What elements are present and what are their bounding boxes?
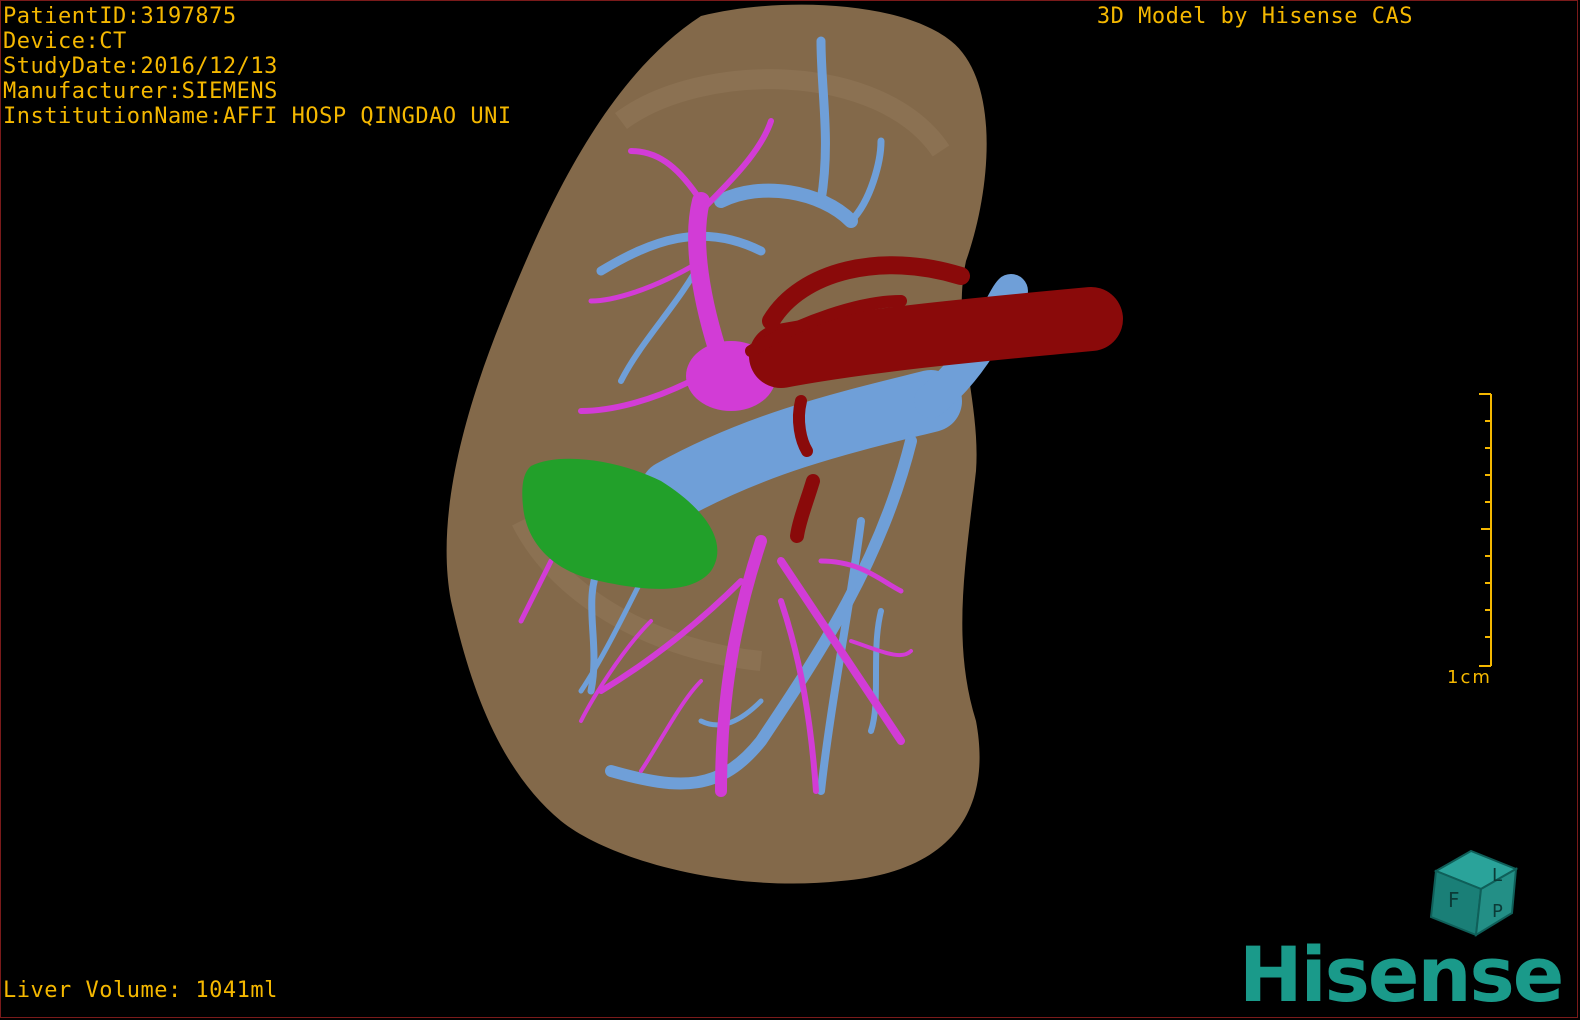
liver-3d-model[interactable] <box>1 1 1578 1018</box>
orientation-cube[interactable]: F L P <box>1416 831 1526 941</box>
patient-info: PatientID:3197875 Device:CT StudyDate:2016… <box>3 4 512 129</box>
liver-volume: Liver Volume: 1041ml <box>3 978 278 1003</box>
institution-name: InstitutionName:AFFI HOSP QINGDAO UNI <box>3 104 512 129</box>
cube-label-l: L <box>1492 865 1502 886</box>
brand-caption: 3D Model by Hisense CAS <box>1096 4 1413 29</box>
hisense-logo: Hisense <box>1239 930 1564 1018</box>
device: Device:CT <box>3 29 127 54</box>
scale-label: 1cm <box>1447 667 1492 688</box>
study-date: StudyDate:2016/12/13 <box>3 54 278 79</box>
cube-label-p: P <box>1492 901 1503 922</box>
scale-bar <box>1479 393 1492 667</box>
cube-label-f: F <box>1448 888 1460 912</box>
patient-id: PatientID:3197875 <box>3 4 237 29</box>
manufacturer: Manufacturer:SIEMENS <box>3 79 278 104</box>
3d-viewport[interactable]: PatientID:3197875 Device:CT StudyDate:2016… <box>0 0 1578 1018</box>
